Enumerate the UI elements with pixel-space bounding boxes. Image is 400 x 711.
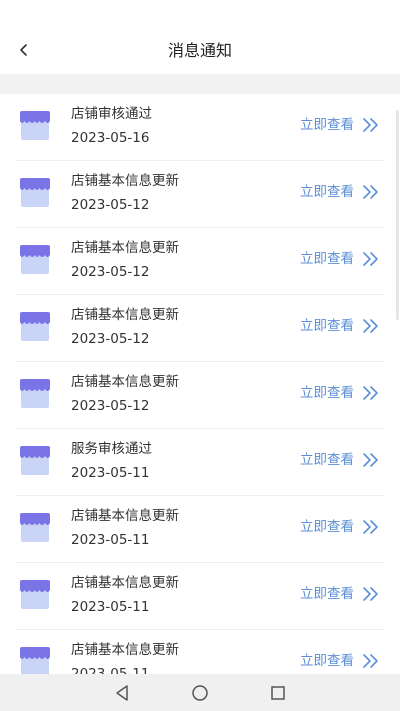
view-now-label: 立即查看 <box>300 519 354 535</box>
view-now-label: 立即查看 <box>300 318 354 334</box>
store-icon <box>20 245 50 274</box>
store-icon <box>20 312 50 341</box>
double-chevron-right-icon <box>363 587 378 601</box>
view-now-link[interactable]: 立即查看 <box>300 651 380 671</box>
notification-date: 2023-05-11 <box>71 465 150 481</box>
store-icon <box>20 513 50 542</box>
view-now-link[interactable]: 立即查看 <box>300 517 380 537</box>
notification-date: 2023-05-12 <box>71 398 150 414</box>
notifications-screen: 消息通知 店铺审核通过 2023-05-16 立即查看 店铺基本信息更新 202… <box>0 0 400 711</box>
double-chevron-right-icon <box>363 185 378 199</box>
double-chevron-right-icon <box>363 386 378 400</box>
notification-title: 店铺审核通过 <box>71 106 152 122</box>
notification-title: 店铺基本信息更新 <box>71 508 179 524</box>
notification-item[interactable]: 店铺审核通过 2023-05-16 立即查看 <box>16 94 384 161</box>
notification-item[interactable]: 店铺基本信息更新 2023-05-12 立即查看 <box>16 362 384 429</box>
view-now-link[interactable]: 立即查看 <box>300 584 380 604</box>
notification-title: 店铺基本信息更新 <box>71 173 179 189</box>
double-chevron-right-icon <box>363 319 378 333</box>
store-icon <box>20 111 50 140</box>
view-now-link[interactable]: 立即查看 <box>300 182 380 202</box>
notification-item[interactable]: 店铺基本信息更新 2023-05-12 立即查看 <box>16 295 384 362</box>
notification-date: 2023-05-11 <box>71 666 150 674</box>
double-chevron-right-icon <box>363 453 378 467</box>
double-chevron-right-icon <box>363 654 378 668</box>
notification-date: 2023-05-16 <box>71 130 150 146</box>
notification-item[interactable]: 店铺基本信息更新 2023-05-12 立即查看 <box>16 228 384 295</box>
notification-title: 店铺基本信息更新 <box>71 374 179 390</box>
double-chevron-right-icon <box>363 520 378 534</box>
triangle-back-icon <box>116 685 128 701</box>
section-divider <box>0 74 400 94</box>
double-chevron-right-icon <box>363 118 378 132</box>
notification-item[interactable]: 服务审核通过 2023-05-11 立即查看 <box>16 429 384 496</box>
notification-item[interactable]: 店铺基本信息更新 2023-05-11 立即查看 <box>16 630 384 674</box>
notification-date: 2023-05-12 <box>71 264 150 280</box>
notification-title: 店铺基本信息更新 <box>71 642 179 658</box>
double-chevron-right-icon <box>363 252 378 266</box>
circle-home-icon <box>192 685 208 701</box>
store-icon <box>20 580 50 609</box>
view-now-label: 立即查看 <box>300 653 354 669</box>
store-icon <box>20 446 50 475</box>
view-now-label: 立即查看 <box>300 586 354 602</box>
store-icon <box>20 178 50 207</box>
notification-date: 2023-05-11 <box>71 599 150 615</box>
notification-date: 2023-05-11 <box>71 532 150 548</box>
square-recents-icon <box>271 686 285 700</box>
notification-item[interactable]: 店铺基本信息更新 2023-05-11 立即查看 <box>16 563 384 630</box>
nav-back-button[interactable] <box>112 683 132 703</box>
view-now-label: 立即查看 <box>300 184 354 200</box>
notification-item[interactable]: 店铺基本信息更新 2023-05-12 立即查看 <box>16 161 384 228</box>
view-now-label: 立即查看 <box>300 251 354 267</box>
view-now-label: 立即查看 <box>300 385 354 401</box>
scrollbar[interactable] <box>396 110 399 320</box>
store-icon <box>20 379 50 408</box>
notification-title: 店铺基本信息更新 <box>71 240 179 256</box>
nav-recents-button[interactable] <box>268 683 288 703</box>
view-now-link[interactable]: 立即查看 <box>300 115 380 135</box>
view-now-link[interactable]: 立即查看 <box>300 316 380 336</box>
store-icon <box>20 647 50 674</box>
system-navigation-bar <box>0 674 400 711</box>
view-now-label: 立即查看 <box>300 452 354 468</box>
notification-title: 服务审核通过 <box>71 441 152 457</box>
header: 消息通知 <box>0 0 400 74</box>
notification-item[interactable]: 店铺基本信息更新 2023-05-11 立即查看 <box>16 496 384 563</box>
view-now-link[interactable]: 立即查看 <box>300 383 380 403</box>
notification-date: 2023-05-12 <box>71 197 150 213</box>
notification-title: 店铺基本信息更新 <box>71 307 179 323</box>
nav-home-button[interactable] <box>190 683 210 703</box>
notification-title: 店铺基本信息更新 <box>71 575 179 591</box>
notification-list[interactable]: 店铺审核通过 2023-05-16 立即查看 店铺基本信息更新 2023-05-… <box>0 94 400 674</box>
view-now-link[interactable]: 立即查看 <box>300 249 380 269</box>
notification-date: 2023-05-12 <box>71 331 150 347</box>
view-now-link[interactable]: 立即查看 <box>300 450 380 470</box>
page-title: 消息通知 <box>167 41 232 60</box>
view-now-label: 立即查看 <box>300 117 354 133</box>
